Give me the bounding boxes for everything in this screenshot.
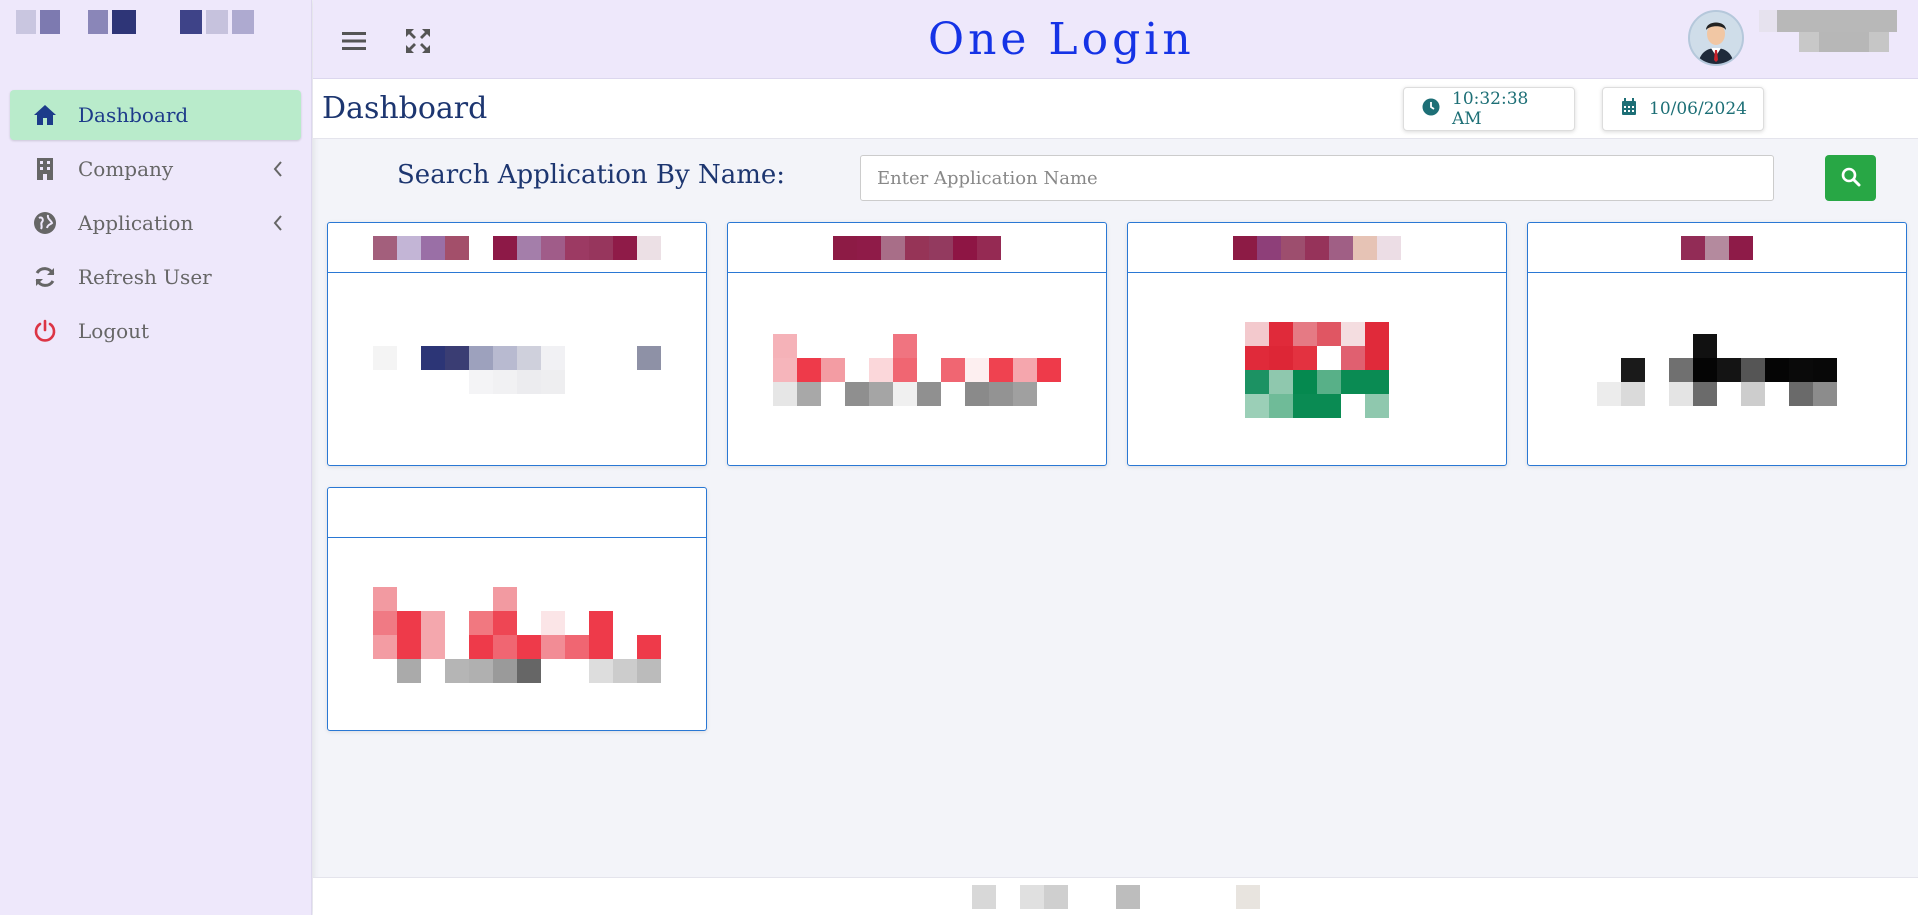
application-card-title-redacted (328, 488, 706, 538)
sidebar: Dashboard Company Application Refresh Us… (0, 0, 312, 915)
application-card[interactable] (1527, 222, 1907, 466)
top-header: One Login (313, 0, 1918, 79)
sidebar-item-logout[interactable]: Logout (10, 306, 301, 356)
application-logo-redacted (728, 273, 1106, 466)
application-card-title-redacted (728, 223, 1106, 273)
power-icon (32, 318, 58, 344)
chevron-left-icon (271, 215, 285, 231)
user-name-redacted (1759, 10, 1897, 52)
calendar-icon (1621, 97, 1637, 121)
sidebar-item-refresh-user[interactable]: Refresh User (10, 252, 301, 302)
footer-text-redacted (971, 884, 1260, 909)
application-card-title-redacted (1128, 223, 1506, 273)
home-icon (32, 102, 58, 128)
page-header-bar: Dashboard 10:32:38 AM 10/06/2024 (313, 79, 1918, 139)
search-label: Search Application By Name: (397, 160, 785, 190)
sidebar-nav: Dashboard Company Application Refresh Us… (0, 90, 311, 356)
page-title: Dashboard (322, 91, 488, 126)
sidebar-item-label: Company (78, 157, 174, 181)
application-card[interactable] (727, 222, 1107, 466)
application-logo-redacted (328, 273, 706, 466)
expand-arrows-icon[interactable] (403, 26, 433, 56)
sidebar-item-label: Application (78, 211, 194, 235)
time-value: 10:32:38 AM (1452, 89, 1529, 129)
search-input[interactable] (860, 155, 1774, 201)
application-logo-redacted (1528, 273, 1906, 466)
sidebar-item-label: Refresh User (78, 265, 212, 289)
chevron-left-icon (271, 161, 285, 177)
date-value: 10/06/2024 (1649, 99, 1747, 119)
footer (313, 877, 1918, 915)
date-display: 10/06/2024 (1602, 87, 1764, 131)
clock-icon (1422, 98, 1440, 121)
hamburger-menu-icon[interactable] (339, 26, 369, 56)
application-logo-redacted (1128, 273, 1506, 466)
sidebar-item-application[interactable]: Application (10, 198, 301, 248)
search-button[interactable] (1825, 155, 1876, 201)
application-card-title-redacted (328, 223, 706, 273)
sidebar-item-label: Dashboard (78, 103, 189, 127)
sidebar-item-label: Logout (78, 319, 150, 343)
application-card[interactable] (1127, 222, 1507, 466)
sidebar-item-dashboard[interactable]: Dashboard (10, 90, 301, 140)
application-card-title-redacted (1528, 223, 1906, 273)
building-icon (32, 156, 58, 182)
avatar[interactable] (1688, 10, 1744, 66)
sync-icon (32, 264, 58, 290)
application-card[interactable] (327, 222, 707, 466)
search-icon (1841, 167, 1861, 190)
brand-logo (0, 0, 311, 78)
application-logo-redacted (328, 538, 706, 731)
application-card[interactable] (327, 487, 707, 731)
time-display: 10:32:38 AM (1403, 87, 1575, 131)
app-title: One Login (928, 14, 1195, 65)
globe-icon (32, 210, 58, 236)
sidebar-item-company[interactable]: Company (10, 144, 301, 194)
